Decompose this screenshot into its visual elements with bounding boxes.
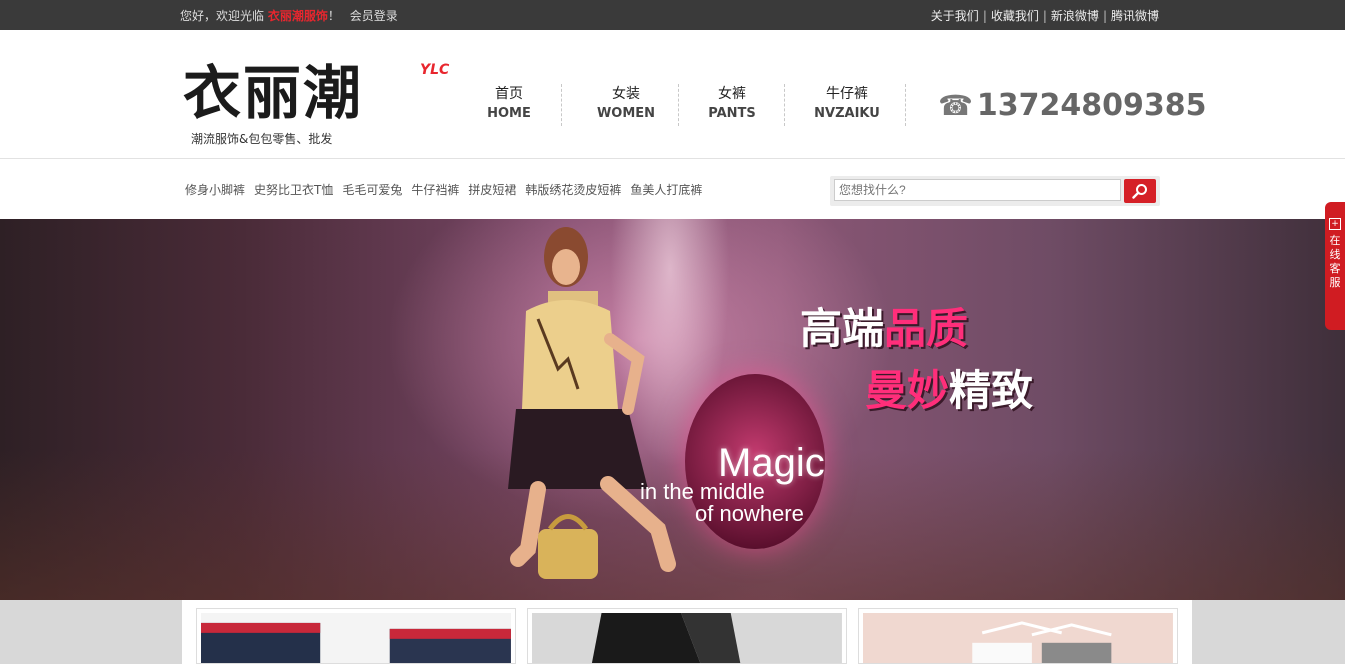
nav-item-jeans[interactable]: 牛仔裤 NVZAIKU [797,84,897,126]
nav-item-pants[interactable]: 女裤 PANTS [689,84,775,126]
sina-weibo-link[interactable]: 新浪微博 [1051,9,1099,23]
keyword-link[interactable]: 鱼美人打底裤 [630,183,702,197]
brand-name: 衣丽潮服饰 [267,9,328,23]
nav-item-women[interactable]: 女装 WOMEN [573,84,679,126]
nav-label-cn: 女裤 [718,86,746,102]
hero-banner[interactable]: Magic in the middle of nowhere 高端品质 曼妙精致 [0,219,1345,600]
keyword-bar: 修身小脚裤 史努比卫衣T恤 毛毛可爱兔 牛仔裆裤 拼皮短裙 韩版绣花烫皮短裤 鱼美人打底裤 [0,159,1345,219]
banner-subline-2: of nowhere [695,501,804,526]
nav-divider [561,84,562,126]
bookmark-link[interactable]: 收藏我们 [991,9,1039,23]
nav-label-en: WOMEN [596,106,656,121]
product-grid [182,600,1192,664]
hot-keywords: 修身小脚裤 史努比卫衣T恤 毛毛可爱兔 牛仔裆裤 拼皮短裙 韩版绣花烫皮短裤 鱼美人打底裤 [185,181,711,198]
welcome-suffix: ！ [327,9,340,23]
nav-divider [905,84,906,126]
nav-item-home[interactable]: 首页 HOME [467,84,551,126]
online-service-label: 在线客服 [1329,234,1341,289]
about-us-link[interactable]: 关于我们 [931,9,979,23]
search-icon [1132,184,1147,199]
banner-headline-2: 曼妙精致 [865,357,1033,418]
search-box [830,176,1160,206]
site-header: 衣丽潮 YLC 潮流服饰&包包零售、批发 首页 HOME 女装 WOMEN 女裤… [0,30,1345,159]
search-input[interactable] [834,179,1121,201]
banner-headline-1: 高端品质 [800,295,968,356]
product-card[interactable] [858,608,1178,664]
keyword-link[interactable]: 牛仔裆裤 [411,183,459,197]
product-image [532,613,842,663]
keyword-link[interactable]: 史努比卫衣T恤 [254,183,333,197]
phone-text: 13724809385 [976,88,1207,123]
product-card[interactable] [196,608,516,664]
top-links: 关于我们 | 收藏我们 | 新浪微博 | 腾讯微博 [931,7,1159,24]
headline-pink: 曼妙 [865,366,950,415]
tencent-weibo-link[interactable]: 腾讯微博 [1111,9,1159,23]
separator: | [982,9,987,23]
product-card[interactable] [527,608,847,664]
fashion-model-image [508,227,676,579]
nav-label-en: PANTS [708,106,756,121]
expand-icon: + [1329,218,1341,230]
banner-subline-1: in the middle [640,479,765,504]
separator: | [1042,9,1047,23]
nav-label-cn: 牛仔裤 [826,86,868,102]
product-section [0,600,1345,664]
telephone-icon: ☎ [938,89,973,122]
keyword-link[interactable]: 拼皮短裙 [468,183,516,197]
banner-magic-subtext: in the middle of nowhere [640,481,804,525]
logo-tagline: 潮流服饰&包包零售、批发 [191,132,333,146]
keyword-link[interactable]: 毛毛可爱兔 [342,183,402,197]
welcome-message: 您好，欢迎光临 衣丽潮服饰！ 会员登录 [180,7,398,24]
product-image [201,613,511,663]
nav-label-en: HOME [487,106,531,121]
keyword-link[interactable]: 修身小脚裤 [185,183,245,197]
site-logo[interactable]: 衣丽潮 YLC 潮流服饰&包包零售、批发 [183,58,463,148]
search-button[interactable] [1124,179,1156,203]
product-image [863,613,1173,663]
nav-label-cn: 首页 [495,86,523,102]
keyword-link[interactable]: 韩版绣花烫皮短裤 [525,183,621,197]
nav-divider [678,84,679,126]
nav-divider [784,84,785,126]
welcome-prefix: 您好，欢迎光临 [180,9,265,23]
nav-label-en: NVZAIKU [814,106,880,121]
login-link[interactable]: 会员登录 [350,9,398,23]
logo-badge: YLC [420,62,450,78]
separator: | [1102,9,1107,23]
online-service-tab[interactable]: + 在线客服 [1325,202,1345,330]
top-bar: 您好，欢迎光临 衣丽潮服饰！ 会员登录 关于我们 | 收藏我们 | 新浪微博 | 腾讯微博 [0,0,1345,30]
nav-label-cn: 女装 [612,86,640,102]
headline-white: 精致 [949,366,1034,415]
phone-number: ☎ 13724809385 [938,88,1207,123]
headline-pink: 品质 [884,304,969,353]
headline-white: 高端 [800,304,885,353]
